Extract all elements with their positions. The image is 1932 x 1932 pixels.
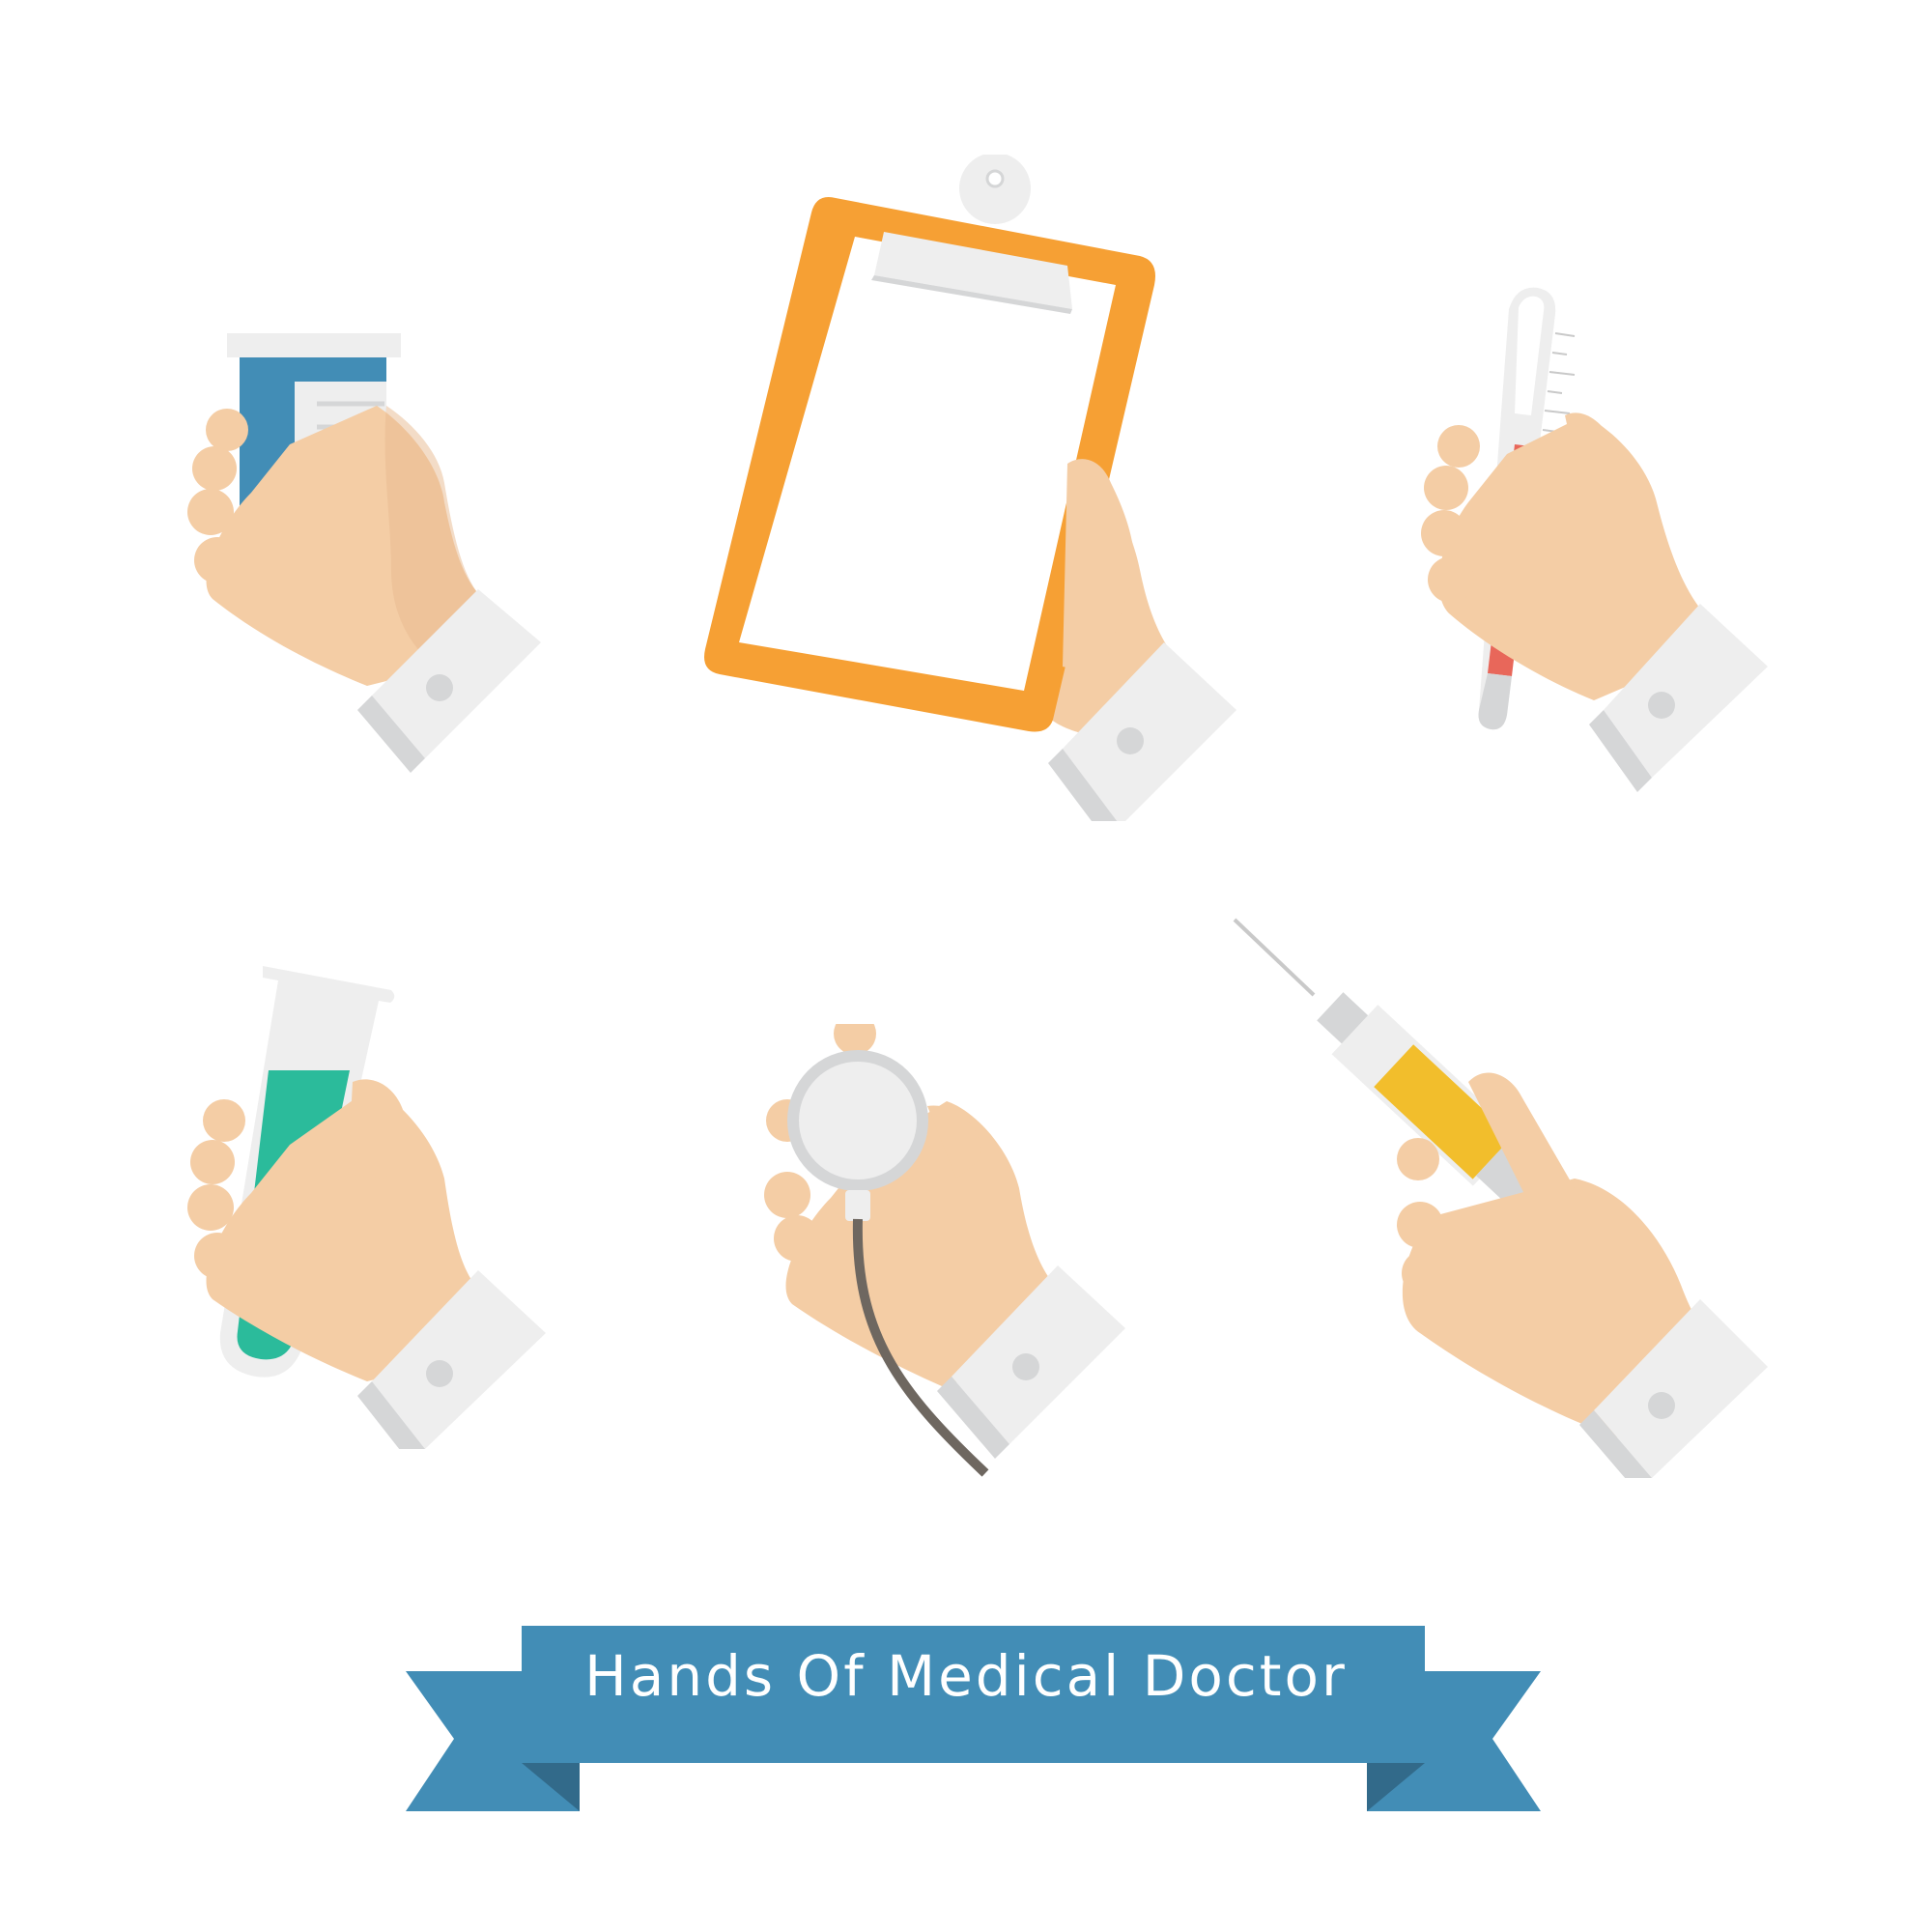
- hand-holding-clipboard-icon: [704, 155, 1236, 821]
- hand-holding-syringe-icon: [1233, 918, 1768, 1478]
- hand-holding-stethoscope-icon: [764, 1024, 1125, 1477]
- hand-holding-test-tube-icon: [187, 966, 546, 1449]
- hand-holding-thermometer-icon: [1421, 287, 1768, 792]
- banner-title: Hands Of Medical Doctor: [584, 1643, 1348, 1709]
- hand-holding-medicine-bottle-icon: [187, 333, 541, 773]
